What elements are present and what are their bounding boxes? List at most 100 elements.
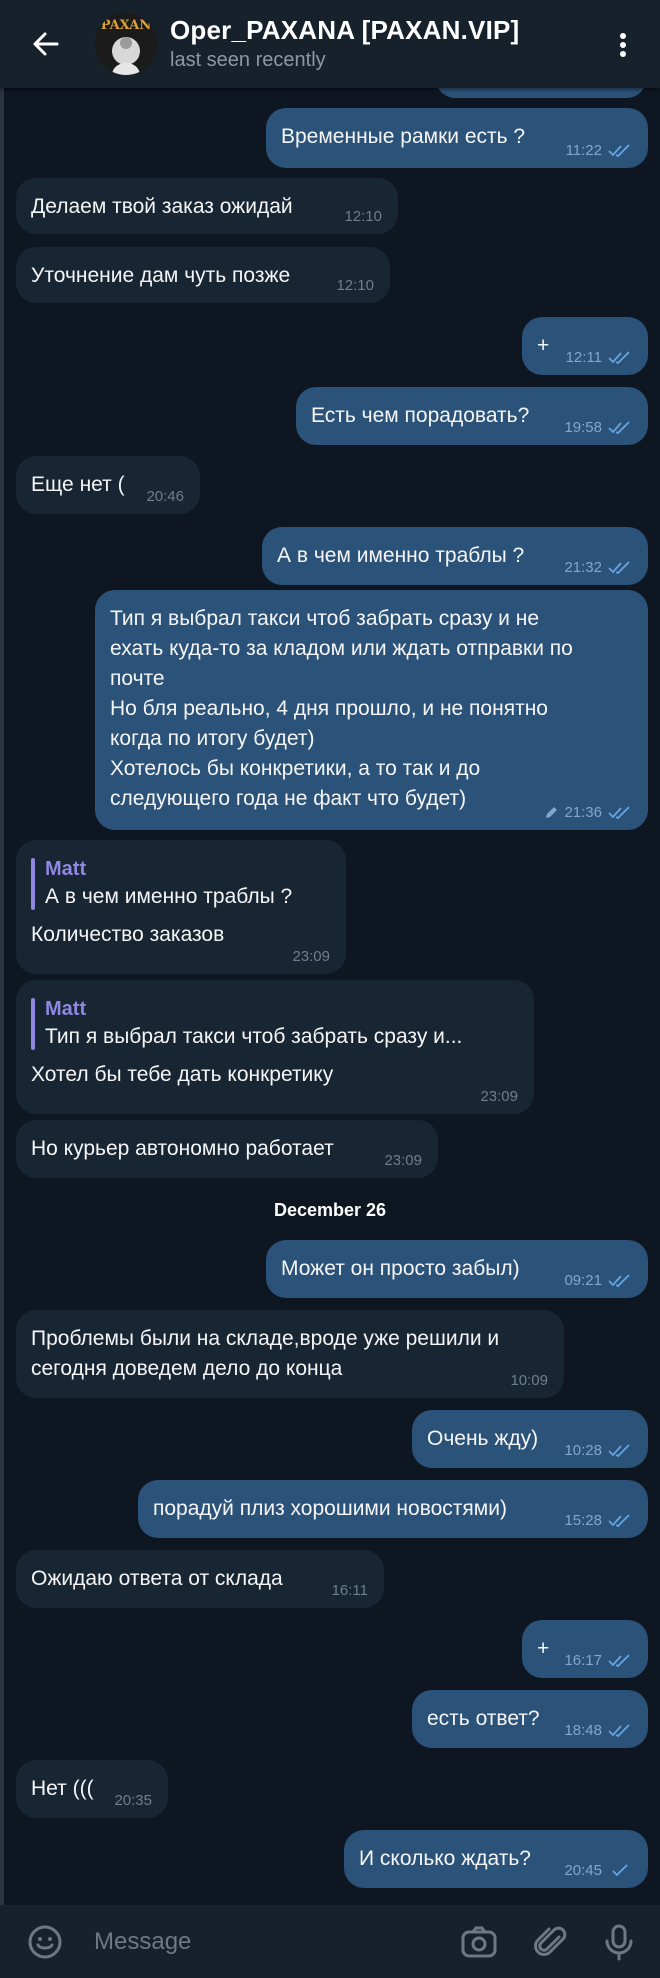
mic-icon[interactable] <box>600 1923 638 1961</box>
message-bubble[interactable]: Нет ((( 20:35 <box>16 1760 168 1818</box>
double-check-icon <box>608 1514 630 1528</box>
message-bubble[interactable]: Может он просто забыл) 09:21 <box>266 1240 648 1298</box>
double-check-icon <box>608 1654 630 1668</box>
attach-icon[interactable] <box>532 1923 570 1961</box>
message-line: Но бля реально, 4 дня прошло, и не понят… <box>110 697 548 720</box>
message-meta: 20:35 <box>114 1792 152 1810</box>
message-bubble[interactable]: И сколько ждать? 20:45 <box>344 1830 648 1888</box>
message-bubble[interactable]: Но курьер автономно работает 23:09 <box>16 1120 438 1178</box>
message-text: порадуй плиз хорошими новостями) <box>153 1497 507 1520</box>
double-check-icon <box>608 421 630 435</box>
message-bubble[interactable]: Проблемы были на складе,вроде уже решили… <box>16 1310 564 1398</box>
message-meta: 18:48 <box>564 1722 632 1740</box>
message-bubble[interactable]: порадуй плиз хорошими новостями) 15:28 <box>138 1480 648 1538</box>
message-meta: 16:11 <box>332 1582 368 1600</box>
double-check-icon <box>608 1724 630 1738</box>
message-time: 09:21 <box>564 1272 602 1289</box>
chat-screen: PAXAN Oper_PAXANA [PAXAN.VIP] last seen … <box>0 0 660 1978</box>
double-check-icon <box>608 1444 630 1458</box>
message-time: 10:09 <box>510 1372 548 1389</box>
message-meta: 09:21 <box>564 1272 632 1290</box>
message-text: + <box>537 334 550 357</box>
chat-status: last seen recently <box>170 49 326 71</box>
reply-text: А в чем именно траблы ? <box>45 885 293 908</box>
back-arrow-icon[interactable] <box>28 26 64 62</box>
message-bubble[interactable]: Ожидаю ответа от склада 16:11 <box>16 1550 384 1608</box>
message-time: 23:09 <box>384 1152 422 1169</box>
message-text: Уточнение дам чуть позже <box>31 264 291 287</box>
message-text: Очень жду) <box>427 1427 539 1450</box>
message-line: Проблемы были на складе,вроде уже решили… <box>31 1327 500 1350</box>
message-meta: 10:09 <box>510 1372 548 1390</box>
message-bubble[interactable]: Еще нет ( 20:46 <box>16 456 200 514</box>
message-text: + <box>537 1637 550 1660</box>
message-time: 20:35 <box>114 1792 152 1809</box>
message-bubble[interactable]: А в чем именно траблы ? 21:32 <box>262 527 648 585</box>
message-line: Тип я выбрал такси чтоб забрать сразу и … <box>110 607 540 630</box>
date-divider: December 26 <box>273 1200 387 1220</box>
message-line: сегодня доведем дело до конца <box>31 1357 343 1380</box>
message-meta: 12:11 <box>566 349 632 367</box>
message-bubble[interactable]: Есть чем порадовать? 19:58 <box>296 387 648 445</box>
camera-icon[interactable] <box>460 1923 498 1961</box>
message-bubble[interactable]: Matt Тип я выбрал такси чтоб забрать сра… <box>16 980 534 1114</box>
more-vert-icon[interactable] <box>606 28 640 62</box>
reply-quote[interactable]: Matt Тип я выбрал такси чтоб забрать сра… <box>31 996 518 1052</box>
message-meta: 21:32 <box>564 559 632 577</box>
chat-title[interactable]: Oper_PAXANA [PAXAN.VIP] <box>170 15 519 46</box>
reply-text: Тип я выбрал такси чтоб забрать сразу и.… <box>45 1025 463 1048</box>
message-line: Хотелось бы конкретики, а то так и до <box>110 757 481 780</box>
message-time: 21:36 <box>564 804 602 821</box>
message-text: Делаем твой заказ ожидай <box>31 195 293 218</box>
message-time: 11:22 <box>565 142 602 159</box>
message-time: 15:28 <box>564 1512 602 1529</box>
message-time: 18:48 <box>564 1722 602 1739</box>
message-bubble[interactable]: Временные рамки есть ? 11:22 <box>266 108 648 168</box>
double-check-icon <box>608 806 630 820</box>
message-time: 12:11 <box>565 349 602 366</box>
message-time: 19:58 <box>564 419 602 436</box>
message-meta: 23:09 <box>480 1088 518 1106</box>
message-bubble[interactable]: Matt А в чем именно траблы ? Количество … <box>16 840 346 974</box>
message-text: А в чем именно траблы ? <box>277 544 525 567</box>
message-meta: 12:10 <box>336 277 374 295</box>
message-bubble[interactable]: Делаем твой заказ ожидай 12:10 <box>16 178 398 234</box>
reply-quote[interactable]: Matt А в чем именно траблы ? <box>31 856 330 912</box>
message-text: Есть чем порадовать? <box>311 404 530 427</box>
message-bubble[interactable]: Уточнение дам чуть позже 12:10 <box>16 247 390 303</box>
message-time: 20:46 <box>146 488 184 505</box>
message-meta: 10:28 <box>564 1442 632 1460</box>
message-text: Временные рамки есть ? <box>281 125 526 148</box>
message-meta: 20:45 <box>564 1862 632 1880</box>
message-line: когда по итогу будет) <box>110 727 315 750</box>
message-text: есть ответ? <box>427 1707 540 1730</box>
message-text: Нет ((( <box>31 1777 94 1800</box>
message-bubble[interactable]: есть ответ? 18:48 <box>412 1690 648 1748</box>
message-text: Ожидаю ответа от склада <box>31 1567 283 1590</box>
message-text: Но курьер автономно работает <box>31 1137 334 1160</box>
message-bubble[interactable]: Очень жду) 10:28 <box>412 1410 648 1468</box>
message-bubble[interactable]: + 12:11 <box>522 317 648 375</box>
message-input[interactable]: Message <box>94 1923 191 1961</box>
double-check-icon <box>608 1274 630 1288</box>
message-meta: 21:36 <box>544 804 632 822</box>
message-text: Количество заказов <box>31 923 225 946</box>
message-time: 23:09 <box>292 948 330 965</box>
message-bubble[interactable]: Тип я выбрал такси чтоб забрать сразу и … <box>95 590 648 830</box>
message-time: 16:17 <box>564 1652 602 1669</box>
reply-author: Matt <box>45 998 87 1020</box>
chat-header: PAXAN Oper_PAXANA [PAXAN.VIP] last seen … <box>0 0 660 88</box>
message-bubble[interactable]: + 16:17 <box>522 1620 648 1678</box>
double-check-icon <box>608 561 630 575</box>
message-line: ехать куда-то за кладом или ждать отправ… <box>110 637 573 660</box>
message-text: Еще нет ( <box>31 473 125 496</box>
double-check-icon <box>608 144 630 158</box>
avatar[interactable]: PAXAN <box>95 13 157 75</box>
message-meta: 20:46 <box>146 488 184 506</box>
message-text: Хотел бы тебе дать конкретику <box>31 1063 334 1086</box>
message-meta: 19:58 <box>564 419 632 437</box>
single-check-icon <box>612 1864 628 1877</box>
emoji-icon[interactable] <box>26 1923 64 1961</box>
message-time: 10:28 <box>564 1442 602 1459</box>
window-edge <box>0 0 4 1978</box>
